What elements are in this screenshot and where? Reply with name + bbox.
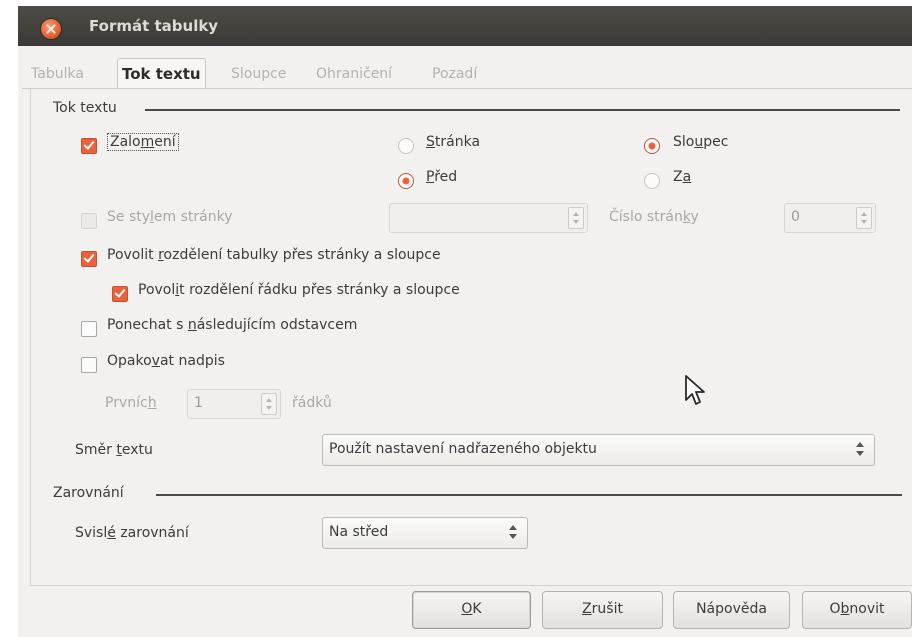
column-radio[interactable] [644,138,660,154]
ok-button[interactable]: OK [412,591,531,629]
tab-panel [30,89,912,586]
page-number-spin-arrows-icon[interactable] [856,207,872,229]
help-button[interactable]: Nápověda [673,591,790,629]
page-number-label: Číslo stránky [609,209,699,225]
after-radio-label: Za [673,169,692,185]
page-radio[interactable] [398,138,414,154]
close-icon[interactable] [41,19,61,39]
allow-row-split-checkbox[interactable] [112,286,128,302]
rows-suffix-label: řádků [292,395,332,411]
vertical-alignment-label: Svislé zarovnání [75,525,189,541]
column-radio-label: Sloupec [673,134,729,150]
select-arrows-icon [509,524,517,542]
first-rows-spin-arrows-icon[interactable] [261,393,277,415]
section-rule [156,494,902,496]
vertical-alignment-select[interactable]: Na střed [322,517,528,549]
mouse-pointer-icon [685,375,705,405]
tab-pozadi[interactable]: Pozadí [429,61,480,87]
section-label-alignment: Zarovnání [53,485,124,501]
select-arrows-icon [856,441,864,459]
tab-tok-textu[interactable]: Tok textu [117,58,206,89]
page-style-checkbox[interactable] [81,213,97,229]
cancel-button[interactable]: Zrušit [542,591,663,629]
page-style-select[interactable] [389,203,588,233]
first-rows-label: Prvních [105,395,157,411]
keep-with-next-label: Ponechat s následujícím odstavcem [107,317,358,333]
after-radio[interactable] [644,173,660,189]
tab-tabulka[interactable]: Tabulka [28,61,87,87]
repeat-heading-label: Opakovat nadpis [107,353,225,369]
page-number-spin[interactable]: 0 [784,203,876,233]
before-radio[interactable] [398,173,414,189]
break-label: Zalomení [107,133,179,151]
tab-ohraniceni[interactable]: Ohraničení [313,61,395,87]
page-style-spin-arrows-icon[interactable] [568,207,584,229]
allow-row-split-label: Povolit rozdělení řádku přes stránky a s… [138,282,460,298]
page-radio-label: Stránka [426,134,481,150]
before-radio-label: Před [426,169,458,185]
text-direction-select[interactable]: Použít nastavení nadřazeného objektu [322,434,875,466]
break-checkbox[interactable] [81,138,97,154]
dialog-title: Formát tabulky [89,17,219,35]
section-label-text-flow: Tok textu [53,100,117,116]
section-rule [145,109,900,111]
repeat-heading-checkbox[interactable] [81,357,97,373]
tab-sloupce[interactable]: Sloupce [228,61,289,87]
page-style-label: Se stylem stránky [107,209,233,225]
reset-button[interactable]: Obnovit [802,591,912,629]
keep-with-next-checkbox[interactable] [81,321,97,337]
allow-table-split-label: Povolit rozdělení tabulky přes stránky a… [107,247,441,263]
first-rows-spin[interactable]: 1 [187,389,281,419]
text-direction-label: Směr textu [75,442,153,458]
allow-table-split-checkbox[interactable] [81,251,97,267]
